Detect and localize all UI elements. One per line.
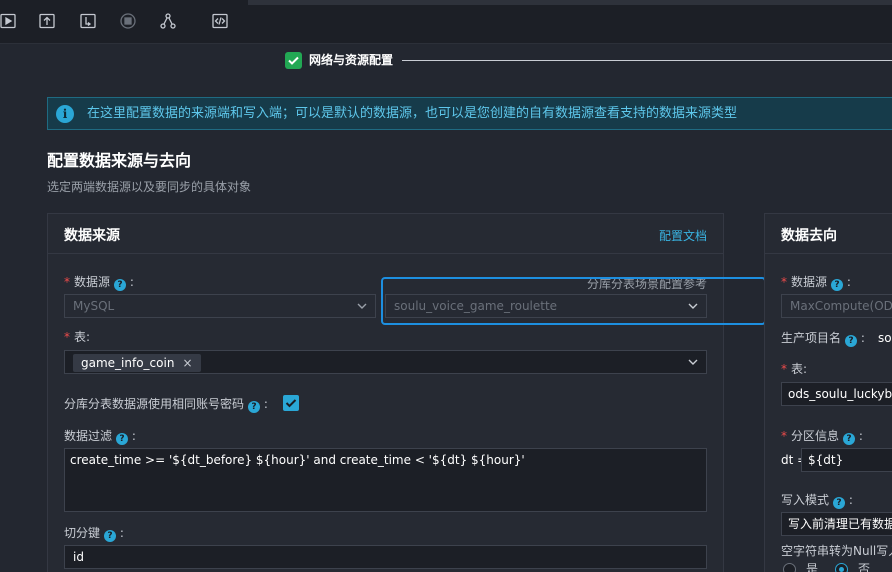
split-key-input[interactable]: id bbox=[64, 545, 707, 569]
step-label: 网络与资源配置 bbox=[309, 53, 394, 67]
target-type-select: MaxCompute(ODPS) bbox=[781, 294, 892, 318]
help-icon[interactable]: ? bbox=[248, 401, 261, 413]
source-card: 数据来源 配置文档 bbox=[47, 213, 724, 572]
empty-to-null-label: 空字符串转为Null写入 bbox=[781, 544, 892, 558]
format-icon[interactable] bbox=[80, 13, 96, 29]
table-tag: game_info_coin × bbox=[73, 354, 201, 372]
write-mode-label: 写入模式? : bbox=[781, 493, 853, 509]
section-title: 配置数据来源与去向 bbox=[47, 151, 192, 170]
help-icon[interactable]: ? bbox=[845, 335, 858, 347]
check-icon bbox=[285, 52, 302, 69]
filter-textarea[interactable]: create_time >= '${dt_before} ${hour}' an… bbox=[64, 448, 707, 512]
step-bar: 网络与资源配置 bbox=[0, 44, 892, 82]
section-subtitle: 选定两端数据源以及要同步的具体对象 bbox=[47, 180, 252, 194]
close-icon[interactable]: × bbox=[182, 356, 192, 370]
step-line bbox=[402, 60, 892, 61]
config-doc-link[interactable]: 配置文档 bbox=[659, 227, 707, 244]
radio-yes[interactable] bbox=[783, 563, 796, 572]
help-icon[interactable]: ? bbox=[114, 279, 127, 291]
source-table-select[interactable]: game_info_coin × bbox=[64, 350, 707, 374]
help-icon[interactable]: ? bbox=[833, 497, 846, 509]
info-banner: i 在这里配置数据的来源端和写入端；可以是默认的数据源，也可以是您创建的自有数据… bbox=[47, 97, 892, 130]
help-icon[interactable]: ? bbox=[831, 279, 844, 291]
radio-no[interactable] bbox=[835, 563, 848, 572]
top-toolbar bbox=[0, 0, 892, 44]
target-datasource-label: * 数据源? : bbox=[781, 275, 851, 291]
help-icon[interactable]: ? bbox=[104, 530, 117, 542]
partition-label: * 分区信息? : bbox=[781, 429, 863, 445]
source-type-select: MySQL bbox=[64, 294, 376, 318]
write-mode-select[interactable]: 写入前清理已有数据 bbox=[781, 512, 892, 536]
chevron-down-icon bbox=[357, 303, 367, 310]
highlight-box bbox=[381, 277, 766, 325]
same-account-checkbox[interactable] bbox=[283, 395, 299, 411]
target-card-header: 数据去向 bbox=[765, 214, 892, 254]
banner-text: 在这里配置数据的来源端和写入端；可以是默认的数据源，也可以是您创建的自有数据源查… bbox=[87, 106, 738, 121]
project-value: so bbox=[878, 331, 892, 345]
target-table-label: * 表: bbox=[781, 362, 808, 376]
help-icon[interactable]: ? bbox=[843, 433, 856, 445]
partition-input[interactable]: ${dt} bbox=[801, 448, 892, 472]
radio-no-label: 否 bbox=[858, 562, 871, 572]
same-account-label: 分库分表数据源使用相同账号密码? : bbox=[64, 397, 268, 413]
stop-icon[interactable] bbox=[120, 13, 136, 29]
project-label: 生产项目名? : bbox=[781, 331, 865, 347]
publish-icon[interactable] bbox=[39, 13, 55, 29]
split-key-label: 切分键? : bbox=[64, 526, 124, 542]
table-tag-label: game_info_coin bbox=[81, 356, 175, 370]
filter-label: 数据过滤? : bbox=[64, 429, 136, 445]
code-icon[interactable] bbox=[212, 13, 228, 29]
toolbar-divider bbox=[248, 0, 892, 5]
chevron-down-icon bbox=[688, 359, 698, 366]
source-card-header: 数据来源 配置文档 bbox=[48, 214, 723, 254]
share-icon[interactable] bbox=[160, 13, 176, 29]
source-card-title: 数据来源 bbox=[64, 228, 120, 244]
info-icon: i bbox=[56, 105, 74, 123]
source-table-label: * 表: bbox=[64, 330, 91, 344]
run-icon[interactable] bbox=[0, 13, 16, 29]
help-icon[interactable]: ? bbox=[116, 433, 129, 445]
source-type-value: MySQL bbox=[73, 299, 115, 313]
radio-yes-label: 是 bbox=[806, 562, 819, 572]
target-card-title: 数据去向 bbox=[781, 228, 837, 244]
source-datasource-label: * 数据源? : bbox=[64, 275, 134, 291]
target-table-select[interactable]: ods_soulu_luckybox bbox=[781, 382, 892, 406]
